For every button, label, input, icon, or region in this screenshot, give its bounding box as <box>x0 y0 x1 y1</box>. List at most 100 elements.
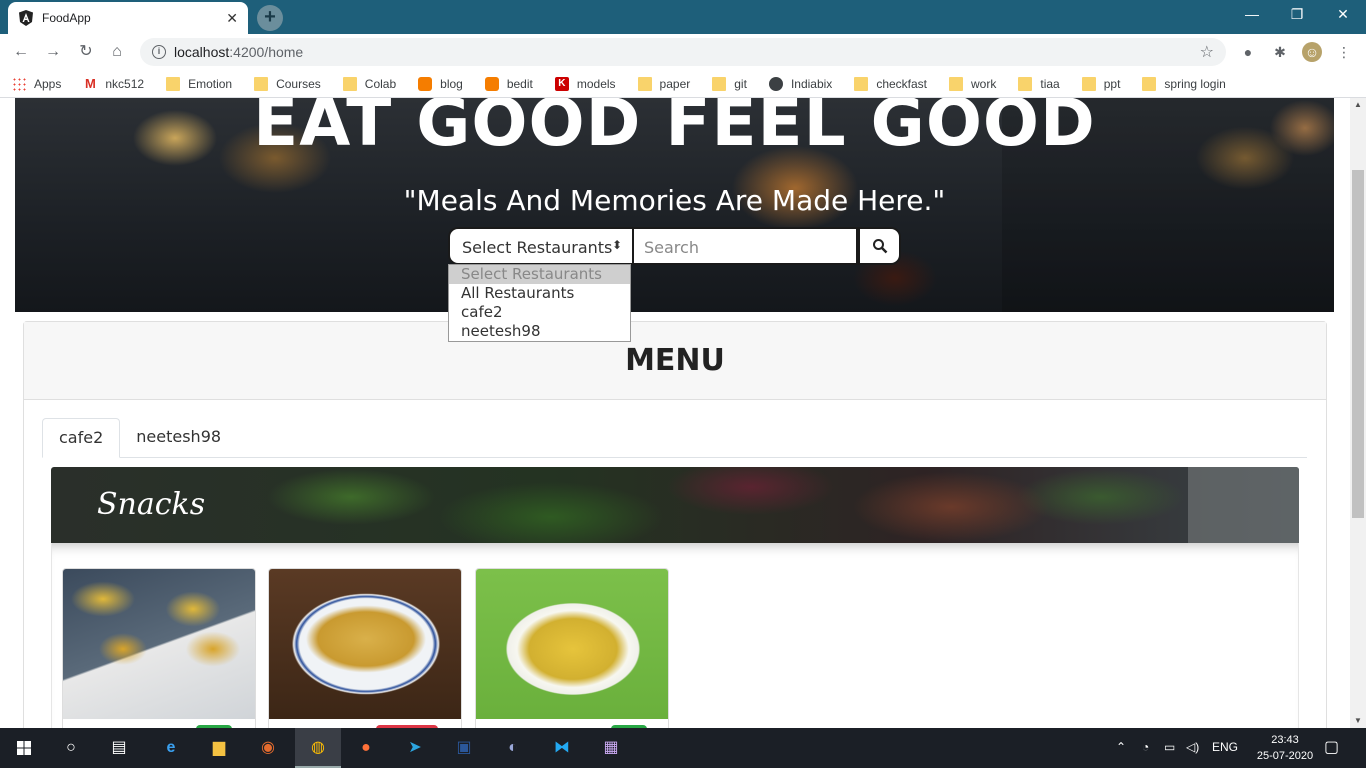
tab-neetesh98[interactable]: neetesh98 <box>120 418 237 458</box>
dropdown-option-neetesh98[interactable]: neetesh98 <box>449 322 630 341</box>
apps-grid-icon <box>12 76 26 91</box>
tray-chevron-icon[interactable]: ⌃ <box>1116 740 1126 754</box>
edge-icon[interactable]: e <box>157 734 185 762</box>
minimize-icon[interactable]: — <box>1242 6 1262 22</box>
bookmark-bedit[interactable]: bedit <box>484 76 533 91</box>
taskbar: ○ ▤ e ▆ ◉ ◍ ● ➤ ▣ ◐ ⧓ ▦ ⌃ ◔ ▭ ◁) ENG 23:… <box>0 728 1366 768</box>
file-explorer-icon[interactable]: ▆ <box>205 734 233 762</box>
search-input[interactable]: Search <box>632 227 858 265</box>
bookmark-checkfast[interactable]: checkfast <box>854 76 927 91</box>
media-player-icon[interactable]: ◉ <box>254 734 282 762</box>
clock-date: 25-07-2020 <box>1256 750 1314 762</box>
bookmark-apps[interactable]: Apps <box>12 76 61 91</box>
bookmark-models[interactable]: Kmodels <box>554 76 616 91</box>
scrollbar-thumb[interactable] <box>1352 170 1364 518</box>
task-view-icon[interactable]: ▤ <box>105 734 133 762</box>
browser-toolbar: ← → ↻ ⌂ i localhost :4200/home ☆ ● ✱ ☺ ⋮ <box>0 34 1366 70</box>
bookmark-spring-login[interactable]: spring login <box>1142 76 1226 91</box>
new-tab-button[interactable]: + <box>257 5 283 31</box>
folder-icon <box>637 76 652 91</box>
url-path: :4200/home <box>229 44 304 60</box>
word-icon[interactable]: ▣ <box>450 734 478 762</box>
reload-icon[interactable]: ↻ <box>75 41 97 63</box>
bookmark-blog[interactable]: blog <box>418 76 463 91</box>
select-caret-icon: ⬍ <box>611 238 622 252</box>
codeblocks-icon[interactable]: ▦ <box>597 734 625 762</box>
bookmark-emotion[interactable]: Emotion <box>166 76 233 91</box>
bookmark-work[interactable]: work <box>949 76 996 91</box>
bookmark-label: tiaa <box>1040 76 1060 91</box>
restaurant-dropdown-list: Select Restaurants All Restaurants cafe2… <box>448 264 631 342</box>
bookmark-nkc512[interactable]: Mnkc512 <box>83 76 144 91</box>
bookmark-label: bedit <box>506 76 533 91</box>
forward-arrow-icon[interactable]: → <box>42 41 64 63</box>
address-bar[interactable]: i localhost :4200/home ☆ <box>140 38 1226 66</box>
k-icon: K <box>554 76 569 91</box>
profile-avatar[interactable]: ☺ <box>1302 42 1322 62</box>
food-card[interactable] <box>475 568 669 728</box>
telegram-icon[interactable]: ➤ <box>401 734 429 762</box>
folder-icon <box>949 76 964 91</box>
bookmark-label: ppt <box>1103 76 1121 91</box>
language-indicator[interactable]: ENG <box>1212 740 1238 754</box>
angular-icon <box>19 10 33 26</box>
restaurant-select[interactable]: Select Restaurants ⬍ <box>448 227 632 265</box>
windows-start-icon[interactable] <box>10 734 38 762</box>
bookmark-ppt[interactable]: ppt <box>1081 76 1121 91</box>
hero-title: EAT GOOD FEEL GOOD <box>253 98 1096 161</box>
dropdown-option-all[interactable]: All Restaurants <box>449 284 630 303</box>
food-image-sev-puri <box>63 569 255 719</box>
bookmark-star-icon[interactable]: ☆ <box>1200 42 1214 62</box>
food-card[interactable] <box>268 568 462 728</box>
battery-icon[interactable]: ▭ <box>1164 740 1175 754</box>
blogger-icon <box>418 76 433 91</box>
close-tab-icon[interactable]: ✕ <box>226 10 238 27</box>
info-icon[interactable]: i <box>152 45 166 59</box>
browser-tab[interactable]: FoodApp ✕ <box>8 2 248 34</box>
category-title: Snacks <box>97 487 206 522</box>
more-menu-icon[interactable]: ⋮ <box>1334 42 1354 62</box>
bookmark-courses[interactable]: Courses <box>254 76 321 91</box>
page-scrollbar[interactable]: ▲ ▼ <box>1350 98 1366 728</box>
taskbar-clock[interactable]: 23:43 25-07-2020 <box>1254 732 1316 764</box>
bookmark-label: models <box>576 76 616 91</box>
firefox-icon[interactable]: ● <box>352 734 380 762</box>
bookmark-paper[interactable]: paper <box>637 76 691 91</box>
bookmark-git[interactable]: git <box>712 76 747 91</box>
bookmark-label: Emotion <box>188 76 233 91</box>
restore-icon[interactable]: ❐ <box>1287 6 1307 23</box>
folder-icon <box>854 76 869 91</box>
dropdown-option-cafe2[interactable]: cafe2 <box>449 303 630 322</box>
search-button[interactable] <box>858 227 901 265</box>
extension-circle-icon[interactable]: ● <box>1238 42 1258 62</box>
bookmark-tiaa[interactable]: tiaa <box>1018 76 1060 91</box>
dropdown-option-select[interactable]: Select Restaurants <box>449 265 630 284</box>
bookmark-colab[interactable]: Colab <box>342 76 397 91</box>
close-window-icon[interactable]: ✕ <box>1333 6 1353 23</box>
bookmark-label: Colab <box>364 76 397 91</box>
notifications-icon[interactable]: ▢ <box>1324 737 1339 757</box>
eclipse-icon[interactable]: ◐ <box>499 734 527 762</box>
scroll-down-icon[interactable]: ▼ <box>1350 714 1366 728</box>
hero-banner: EAT GOOD FEEL GOOD "Meals And Memories A… <box>15 98 1334 312</box>
url-host: localhost <box>174 44 230 60</box>
wifi-icon[interactable]: ◔ <box>1142 740 1149 754</box>
food-card[interactable] <box>62 568 256 728</box>
bookmark-label: paper <box>659 76 691 91</box>
vscode-icon[interactable]: ⧓ <box>548 734 576 762</box>
chrome-icon[interactable]: ◍ <box>304 734 332 762</box>
hero-subtitle: "Meals And Memories Are Made Here." <box>403 184 946 217</box>
restaurant-tabs: cafe2 neetesh98 <box>42 418 1307 458</box>
volume-icon[interactable]: ◁) <box>1186 740 1199 754</box>
back-arrow-icon[interactable]: ← <box>10 41 32 63</box>
bookmark-indiabix[interactable]: Indiabix <box>768 76 832 91</box>
bookmark-label: spring login <box>1164 76 1226 91</box>
scroll-up-icon[interactable]: ▲ <box>1350 98 1366 112</box>
home-icon[interactable]: ⌂ <box>106 41 128 63</box>
puzzle-icon[interactable]: ✱ <box>1270 42 1290 62</box>
folder-icon <box>1018 76 1033 91</box>
globe-icon <box>768 76 783 91</box>
tab-cafe2[interactable]: cafe2 <box>42 418 121 458</box>
search-group: Select Restaurants ⬍ Search <box>448 227 901 265</box>
search-circle-icon[interactable]: ○ <box>57 734 85 762</box>
